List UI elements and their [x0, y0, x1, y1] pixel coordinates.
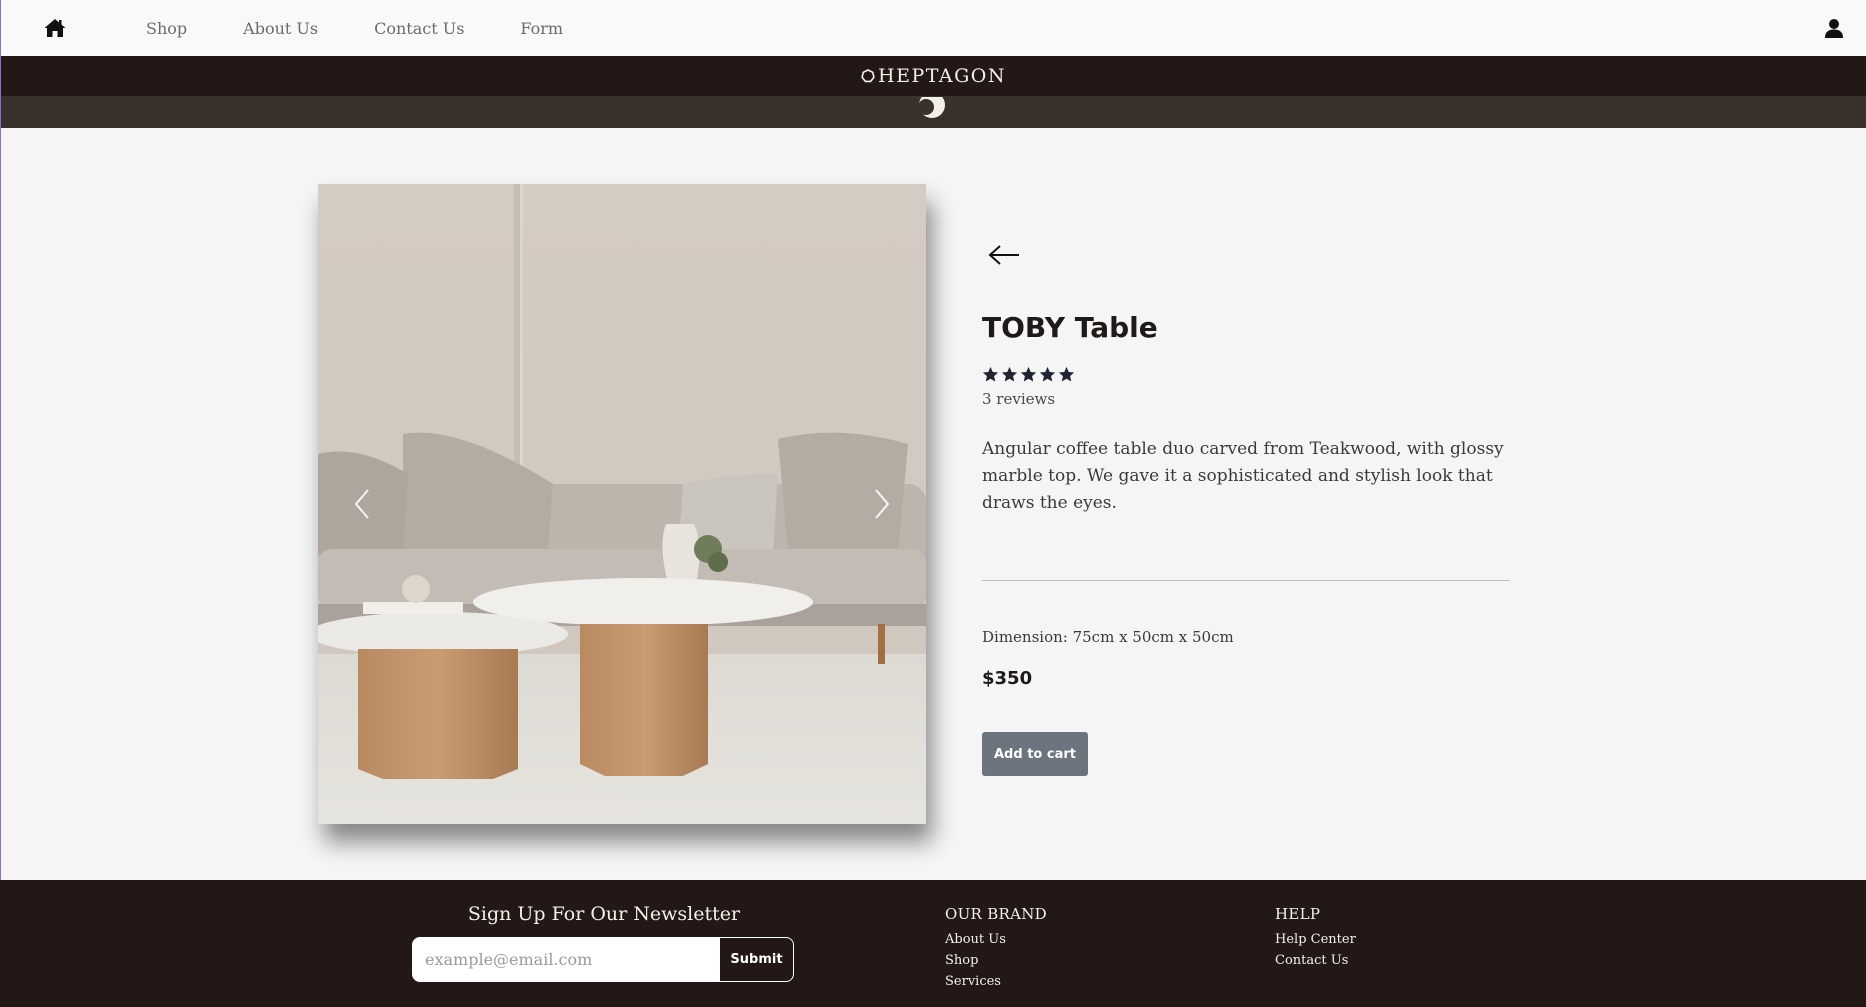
- product-title: TOBY Table: [982, 311, 1158, 344]
- nav-link-shop[interactable]: Shop: [146, 19, 187, 38]
- heptagon-icon: [861, 69, 875, 83]
- product-description: Angular coffee table duo carved from Tea…: [982, 439, 1504, 513]
- newsletter-title: Sign Up For Our Newsletter: [467, 903, 741, 925]
- brand-name: HEPTAGON: [878, 65, 1006, 87]
- home-icon[interactable]: [43, 16, 67, 40]
- footer-link-about-us[interactable]: About Us: [945, 929, 1047, 950]
- footer-help-heading: HELP: [1275, 905, 1321, 923]
- nav-link-contact-us[interactable]: Contact Us: [374, 19, 464, 38]
- product-dimension: Dimension: 75cm x 50cm x 50cm: [982, 628, 1234, 646]
- star-icon: [1058, 366, 1075, 382]
- product-image: [318, 184, 926, 824]
- brand-bar: HEPTAGON: [0, 56, 1866, 96]
- footer-link-services[interactable]: Services: [945, 971, 1047, 992]
- footer-link-shop[interactable]: Shop: [945, 950, 1047, 971]
- nav-links: Shop About Us Contact Us Form: [146, 0, 619, 56]
- star-icon: [982, 366, 999, 382]
- star-icon: [1001, 366, 1018, 382]
- carousel-prev-icon[interactable]: [348, 484, 378, 524]
- nav-link-form[interactable]: Form: [520, 19, 563, 38]
- nav-link-about-us[interactable]: About Us: [243, 19, 318, 38]
- footer-brand-heading: OUR BRAND: [945, 905, 1048, 923]
- newsletter-form: Submit: [412, 937, 794, 982]
- newsletter-submit-button[interactable]: Submit: [719, 938, 793, 981]
- review-count: 3 reviews: [982, 390, 1056, 408]
- theme-toggle-icon[interactable]: [916, 97, 948, 121]
- footer-link-contact-us[interactable]: Contact Us: [1275, 950, 1356, 971]
- newsletter-email-input[interactable]: [413, 938, 719, 981]
- product-price: $350: [982, 668, 1033, 689]
- divider: [982, 580, 1510, 581]
- rating-stars: [982, 366, 1077, 383]
- footer-brand-column: OUR BRAND About Us Shop Services: [945, 905, 1047, 992]
- add-to-cart-button[interactable]: Add to cart: [982, 732, 1088, 776]
- footer-help-column: HELP Help Center Contact Us: [1275, 905, 1356, 971]
- brand-logo[interactable]: HEPTAGON: [861, 65, 1006, 87]
- top-navbar: Shop About Us Contact Us Form: [0, 0, 1866, 56]
- carousel-next-icon[interactable]: [866, 484, 896, 524]
- user-icon[interactable]: [1822, 16, 1846, 40]
- footer: Sign Up For Our Newsletter Submit OUR BR…: [0, 880, 1866, 1007]
- star-icon: [1039, 366, 1056, 382]
- footer-link-help-center[interactable]: Help Center: [1275, 929, 1356, 950]
- star-icon: [1020, 366, 1037, 382]
- product-main: TOBY Table 3 reviews Angular coffee tabl…: [0, 128, 1866, 880]
- product-carousel: [318, 184, 926, 824]
- back-arrow-icon[interactable]: [987, 243, 1021, 267]
